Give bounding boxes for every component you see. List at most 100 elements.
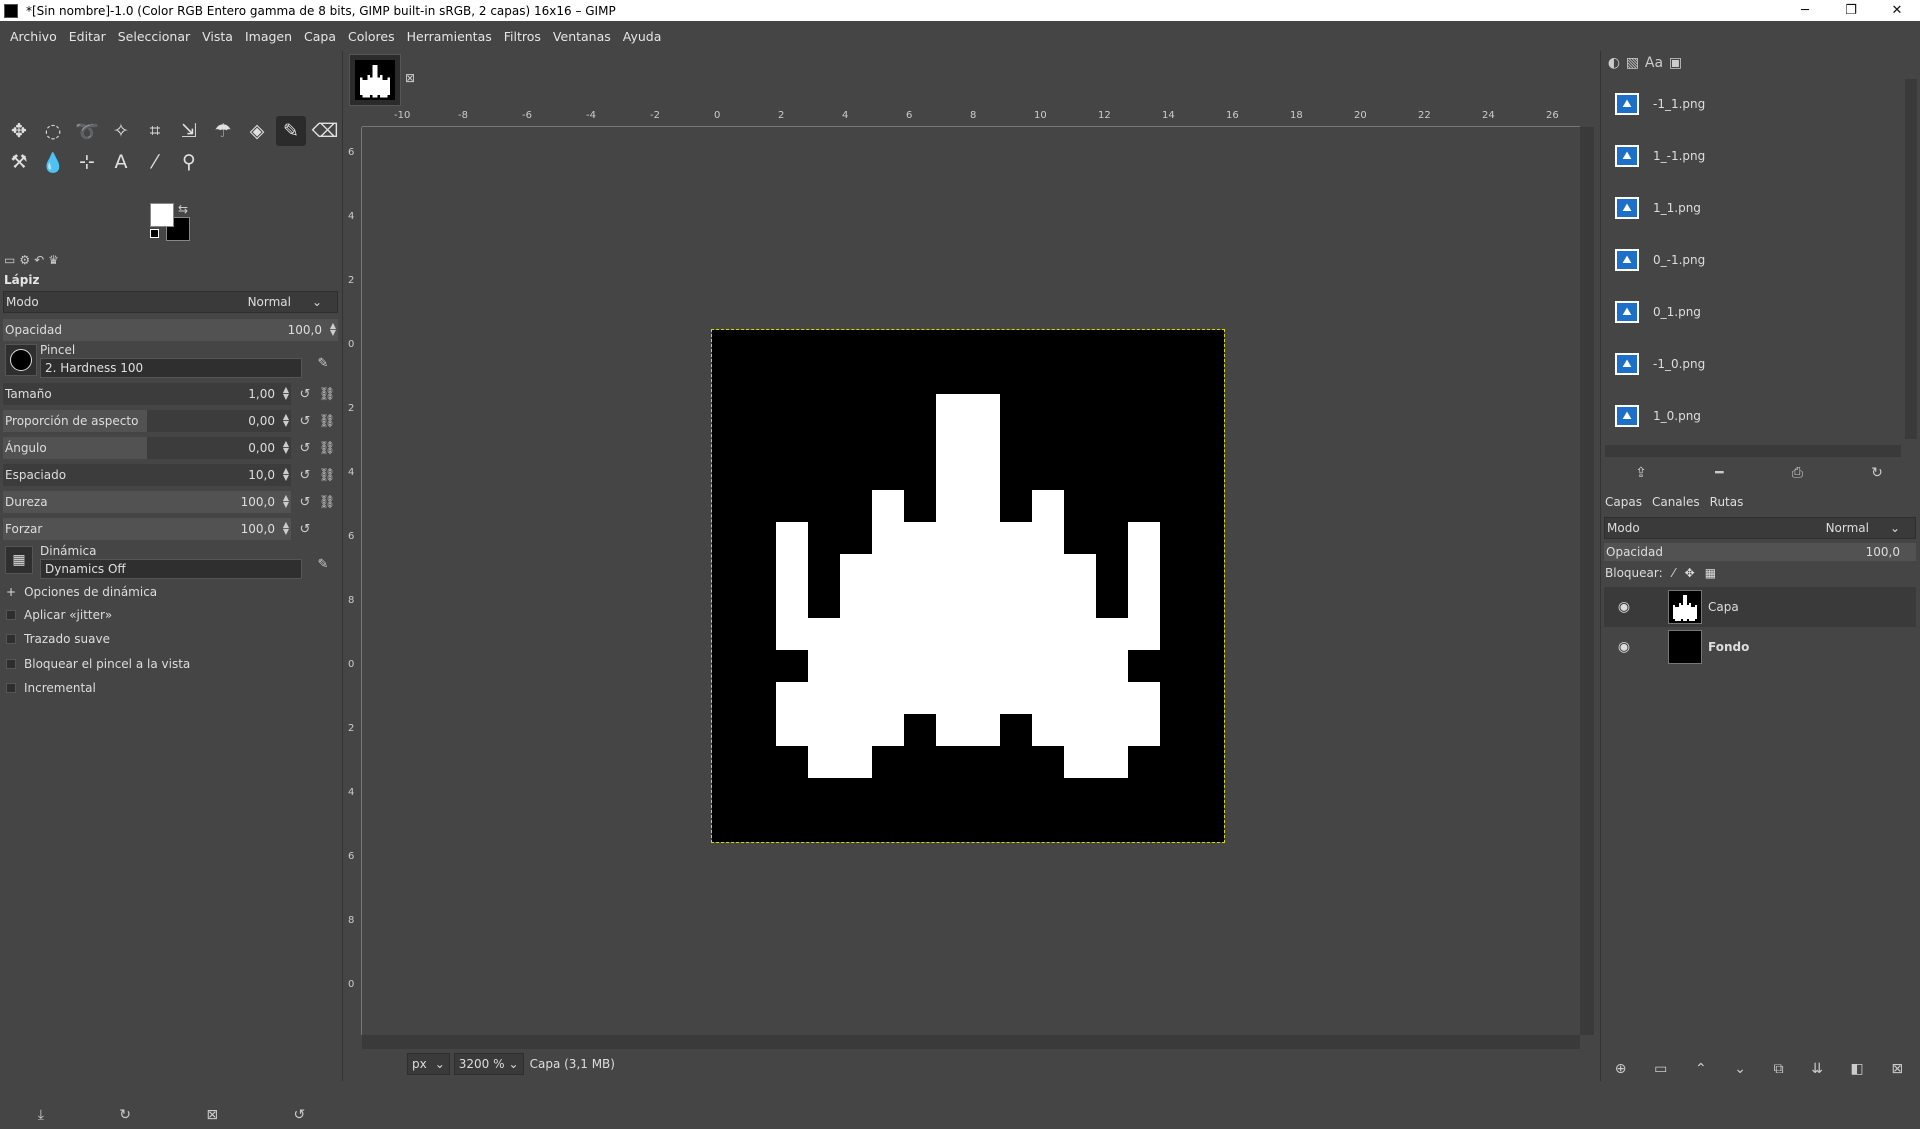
images-hscrollbar[interactable] — [1605, 445, 1901, 457]
dynamics-options-expander[interactable]: + Opciones de dinámica — [6, 585, 157, 599]
brush-name-field[interactable]: 2. Hardness 100 — [40, 358, 302, 378]
layer-mode-select[interactable]: Modo Normal ⌄ — [1604, 517, 1916, 539]
link-angle-icon[interactable]: ⛓ — [318, 439, 336, 457]
lock-pixels-icon[interactable]: ⁄ — [1673, 566, 1675, 580]
visibility-eye-icon[interactable]: ◉ — [1604, 639, 1644, 655]
paths-icon[interactable]: ⊹ — [72, 147, 102, 177]
image-canvas[interactable] — [711, 329, 1225, 843]
image-list-item[interactable]: ⛰ 0_-1.png — [1615, 240, 1905, 280]
blur-icon[interactable]: 💧 — [38, 147, 68, 177]
unit-select[interactable]: px ⌄ — [407, 1053, 450, 1075]
spin-icon[interactable]: ▲ ▼ — [283, 467, 289, 482]
menu-archivo[interactable]: Archivo — [4, 29, 63, 44]
clone-icon[interactable]: ⚒ — [4, 147, 34, 177]
duplicate-layer-icon[interactable]: ⧉ — [1774, 1061, 1784, 1077]
foreground-color[interactable] — [150, 203, 174, 227]
menu-filtros[interactable]: Filtros — [498, 29, 547, 44]
brush-preview[interactable] — [5, 344, 37, 376]
new-group-icon[interactable]: ▭ — [1654, 1061, 1667, 1077]
tool-options-tab-icon[interactable]: ▭ — [4, 253, 15, 267]
opacity-slider[interactable]: Opacidad 100,0 ▲ ▼ — [3, 319, 338, 341]
fonts-tab-icon[interactable]: Aa — [1645, 55, 1663, 71]
pencil-icon[interactable]: ✎ — [276, 116, 306, 146]
image-list-item[interactable]: ⛰ -1_0.png — [1615, 344, 1905, 384]
aspect-slider[interactable]: Proporción de aspecto 0,00 ▲ ▼ — [3, 410, 291, 432]
image-list-item[interactable]: ⛰ 0_1.png — [1615, 292, 1905, 332]
lock-position-icon[interactable]: ✥ — [1685, 566, 1695, 580]
vertical-scrollbar[interactable] — [1580, 127, 1594, 1035]
reset-aspect-icon[interactable]: ↺ — [296, 412, 314, 430]
dynamics-preview[interactable]: ▦ — [5, 546, 33, 574]
images-tab-icon[interactable]: ♛ — [48, 253, 59, 267]
menu-seleccionar[interactable]: Seleccionar — [112, 29, 196, 44]
spin-icon[interactable]: ▲ ▼ — [330, 322, 336, 337]
color-picker-icon[interactable]: ⁄ — [140, 147, 170, 177]
edit-brush-icon[interactable]: ✎ — [314, 354, 332, 372]
menu-capa[interactable]: Capa — [298, 29, 342, 44]
reset-hardness-icon[interactable]: ↺ — [296, 493, 314, 511]
duplicate-image-icon[interactable]: ⎙ — [1792, 465, 1803, 481]
zoom-icon[interactable]: ⚲ — [174, 147, 204, 177]
zoom-select[interactable]: 3200 % ⌄ — [453, 1053, 524, 1075]
mode-select[interactable]: Modo Normal ⌄ — [3, 291, 338, 313]
scale-icon[interactable]: ⇲ — [174, 116, 204, 146]
lasso-icon[interactable]: ➰ — [72, 116, 102, 146]
images-scrollbar[interactable] — [1905, 79, 1917, 439]
patterns-tab-icon[interactable]: ▧ — [1626, 55, 1639, 71]
link-aspect-icon[interactable]: ⛓ — [318, 412, 336, 430]
raise-layer-icon[interactable]: ⌃ — [1695, 1061, 1707, 1077]
layer-row-fondo[interactable]: ◉ Fondo — [1604, 627, 1916, 667]
default-colors-icon[interactable] — [150, 229, 159, 238]
merge-down-icon[interactable]: ⇊ — [1811, 1061, 1823, 1077]
spin-icon[interactable]: ▲ ▼ — [283, 440, 289, 455]
menu-colores[interactable]: Colores — [342, 29, 401, 44]
tab-canales[interactable]: Canales — [1652, 495, 1700, 509]
reset-angle-icon[interactable]: ↺ — [296, 439, 314, 457]
layer-row-capa[interactable]: ◉ Capa — [1604, 587, 1916, 627]
hardness-slider[interactable]: Dureza 100,0 ▲ ▼ — [3, 491, 291, 513]
reset-spacing-icon[interactable]: ↺ — [296, 466, 314, 484]
close-button[interactable]: ✕ — [1874, 0, 1920, 21]
refresh-icon[interactable]: ↻ — [1871, 465, 1883, 481]
size-slider[interactable]: Tamaño 1,00 ▲ ▼ — [3, 383, 291, 405]
ellipse-select-icon[interactable]: ◌ — [38, 116, 68, 146]
lock-alpha-icon[interactable]: ▦ — [1705, 566, 1716, 580]
delete-preset-icon[interactable]: ⊠ — [206, 1107, 218, 1123]
link-hardness-icon[interactable]: ⛓ — [318, 493, 336, 511]
visibility-eye-icon[interactable]: ◉ — [1604, 599, 1644, 615]
fuzzy-select-icon[interactable]: ✧ — [106, 116, 136, 146]
tab-capas[interactable]: Capas — [1605, 495, 1642, 509]
spin-icon[interactable]: ▲ ▼ — [283, 521, 289, 536]
eraser-icon[interactable]: ⌫ — [310, 116, 340, 146]
menu-editar[interactable]: Editar — [63, 29, 112, 44]
save-preset-icon[interactable]: ⤓ — [38, 1107, 44, 1123]
lower-layer-icon[interactable]: ⌄ — [1734, 1061, 1746, 1077]
menu-vista[interactable]: Vista — [196, 29, 239, 44]
spin-icon[interactable]: ▲ ▼ — [283, 494, 289, 509]
close-tab-icon[interactable]: ⊠ — [405, 71, 415, 85]
restore-preset-icon[interactable]: ↻ — [119, 1107, 131, 1123]
image-list-item[interactable]: ⛰ 1_0.png — [1615, 396, 1905, 436]
open-image-icon[interactable]: ⇪ — [1635, 465, 1647, 481]
image-tab-thumbnail[interactable] — [349, 54, 401, 106]
dynamics-field[interactable]: Dynamics Off — [40, 559, 302, 579]
tab-rutas[interactable]: Rutas — [1710, 495, 1744, 509]
delete-layer-icon[interactable]: ⊠ — [1891, 1061, 1903, 1077]
swap-colors-icon[interactable]: ⇆ — [178, 202, 188, 216]
mask-icon[interactable]: ◧ — [1851, 1061, 1864, 1077]
reset-size-icon[interactable]: ↺ — [296, 385, 314, 403]
link-spacing-icon[interactable]: ⛓ — [318, 466, 336, 484]
jitter-checkbox[interactable]: Aplicar «jitter» — [6, 608, 112, 622]
link-size-icon[interactable]: ⛓ — [318, 385, 336, 403]
device-status-tab-icon[interactable]: ⚙ — [19, 253, 30, 267]
image-list-item[interactable]: ⛰ 1_1.png — [1615, 188, 1905, 228]
lock-brush-checkbox[interactable]: Bloquear el pincel a la vista — [6, 657, 190, 671]
image-list-item[interactable]: ⛰ 1_-1.png — [1615, 136, 1905, 176]
spacing-slider[interactable]: Espaciado 10,0 ▲ ▼ — [3, 464, 291, 486]
images-list-tab-icon[interactable]: ▣ — [1669, 55, 1682, 71]
maximize-button[interactable]: ❐ — [1828, 0, 1874, 21]
image-list-item[interactable]: ⛰ -1_1.png — [1615, 84, 1905, 124]
reset-options-icon[interactable]: ↺ — [294, 1107, 306, 1123]
remove-image-icon[interactable]: ━ — [1715, 465, 1723, 481]
crop-icon[interactable]: ⌗ — [140, 116, 170, 146]
